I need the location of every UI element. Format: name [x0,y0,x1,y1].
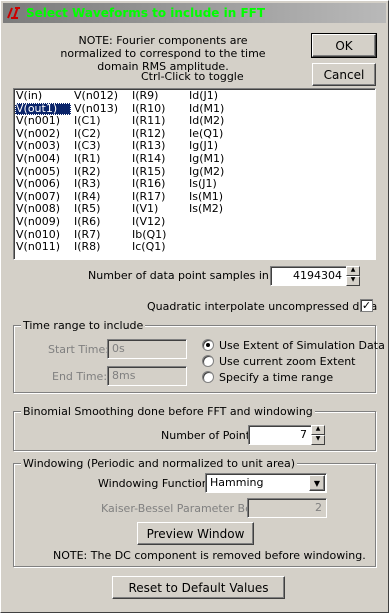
extent-sim-label[interactable]: Use Extent of Simulation Data [219,339,385,352]
list-item[interactable]: I(V12) [131,215,187,229]
list-item[interactable]: I(R8) [73,241,129,254]
spin-up-icon[interactable]: ▲ [311,425,325,435]
fft-dialog: Select Waveforms to include in FFT NOTE:… [0,0,389,613]
list-item[interactable]: I(R14) [131,152,187,166]
specify-range-radio[interactable] [202,371,214,383]
list-item[interactable]: V(n012) [73,89,129,103]
end-time-label: End Time: [52,370,108,383]
list-item[interactable]: V(n009) [15,215,71,229]
points-label: Number of Points: [161,429,260,442]
list-item[interactable]: V(n004) [15,152,71,166]
time-range-group-label: Time range to include [21,319,146,332]
cancel-button[interactable]: Cancel [312,63,376,86]
ctrl-click-hint: Ctrl-Click to toggle [141,70,244,83]
list-item[interactable]: V(in) [15,89,71,103]
window-title: Select Waveforms to include in FFT [26,6,266,20]
start-time-field[interactable]: 0s [107,339,187,359]
zoom-extent-label[interactable]: Use current zoom Extent [219,355,356,368]
spin-down-icon[interactable]: ▼ [346,276,360,286]
list-item[interactable]: Is(M2) [188,203,244,216]
points-stepper[interactable]: ▲ ▼ [311,425,325,445]
ltspice-logo-icon [7,7,20,19]
list-item[interactable]: Ig(M1) [188,152,244,166]
quadratic-label: Quadratic interpolate uncompressed data [147,300,378,313]
list-item[interactable]: V(n011) [15,241,71,254]
kb-beta-label: Kaiser-Bessel Parameter Beta: [101,502,267,515]
title-bar[interactable]: Select Waveforms to include in FFT [3,3,386,23]
ok-button[interactable]: OK [311,33,377,58]
list-item[interactable]: I(R1) [73,152,129,166]
points-input[interactable]: 7 [248,425,312,445]
list-item[interactable]: Id(J1) [188,89,244,103]
reset-defaults-button[interactable]: Reset to Default Values [112,576,285,599]
spin-down-icon[interactable]: ▼ [311,435,325,445]
list-item[interactable]: I(R6) [73,215,129,229]
start-time-label: Start Time: [48,343,109,356]
smoothing-group-label: Binomial Smoothing done before FFT and w… [21,405,315,418]
end-time-field[interactable]: 8ms [107,366,187,386]
chevron-down-icon[interactable]: ▼ [309,475,325,491]
list-item[interactable]: I(R9) [131,89,187,103]
kb-beta-field[interactable]: 2 [247,498,327,518]
list-item[interactable]: Id(M2) [188,115,244,128]
list-item[interactable]: V(n001) [15,115,71,128]
dc-component-note: NOTE: The DC component is removed before… [53,549,366,562]
list-item[interactable]: I(R3) [73,178,129,191]
normalization-note: NOTE: Fourier components are normalized … [60,34,266,73]
extent-sim-radio[interactable] [202,339,214,351]
samples-input[interactable]: 4194304 [270,266,347,286]
list-item[interactable]: V(n006) [15,178,71,191]
window-function-label: Windowing Function: [98,477,213,490]
windowing-group-label: Windowing (Periodic and normalized to un… [21,457,298,470]
list-item[interactable]: Is(J1) [188,178,244,191]
list-item[interactable]: Ic(Q1) [131,241,187,254]
samples-label: Number of data point samples in time: [88,269,301,282]
check-mark-icon: ✓ [361,299,372,312]
zoom-extent-radio[interactable] [202,355,214,367]
samples-stepper[interactable]: ▲ ▼ [346,266,360,286]
list-item[interactable]: I(R16) [131,178,187,191]
preview-window-button[interactable]: Preview Window [137,522,254,545]
waveform-list[interactable]: V(in) V(out1) V(n001) V(n002) V(n003) V(… [13,88,376,260]
specify-range-label[interactable]: Specify a time range [219,371,333,384]
list-item[interactable]: I(R11) [131,115,187,128]
spin-up-icon[interactable]: ▲ [346,266,360,276]
window-function-value: Hamming [210,476,264,489]
quadratic-checkbox[interactable]: ✓ [360,299,373,312]
list-item[interactable]: I(C1) [73,115,129,128]
